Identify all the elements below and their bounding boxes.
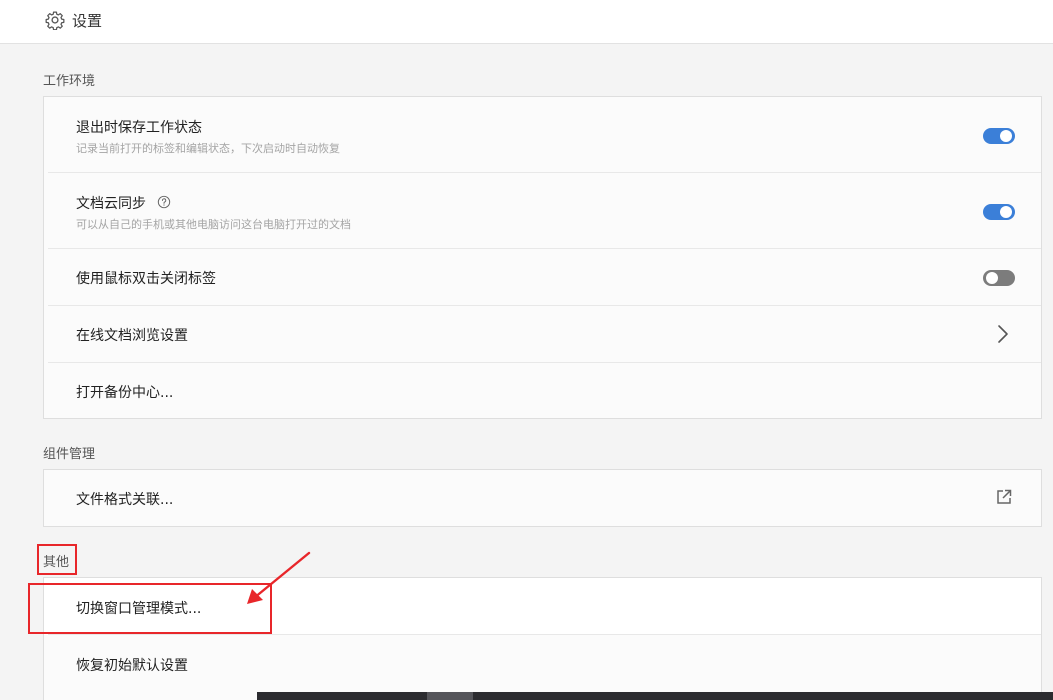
external-link-icon[interactable]: [995, 488, 1013, 506]
setting-label: 文件格式关联...: [76, 492, 174, 508]
double-click-close-toggle[interactable]: [983, 270, 1015, 286]
setting-row-save-state[interactable]: 退出时保存工作状态 记录当前打开的标签和编辑状态，下次启动时自动恢复: [44, 97, 1041, 173]
setting-label: 恢复初始默认设置: [76, 658, 188, 674]
setting-row-cloud-sync[interactable]: 文档云同步 可以从自己的手机或其他电脑访问这台电脑打开过的文档: [44, 173, 1041, 249]
chevron-right-icon[interactable]: [997, 324, 1009, 344]
toggle-knob: [1000, 206, 1012, 218]
workspace-settings-card: 退出时保存工作状态 记录当前打开的标签和编辑状态，下次启动时自动恢复 文档云同步…: [43, 96, 1042, 419]
page-title: 设置: [72, 12, 103, 30]
setting-description: 可以从自己的手机或其他电脑访问这台电脑打开过的文档: [76, 218, 351, 231]
save-state-toggle[interactable]: [983, 128, 1015, 144]
annotation-arrow-icon: [247, 551, 311, 604]
settings-page: 设置 工作环境 退出时保存工作状态 记录当前打开的标签和编辑状态，下次启动时自动…: [0, 0, 1053, 700]
help-circle-icon[interactable]: [157, 195, 171, 209]
taskbar-strip: [257, 692, 1053, 700]
setting-row-switch-window-mode[interactable]: 切换窗口管理模式...: [44, 578, 1041, 635]
taskbar-segment: [427, 692, 473, 700]
setting-label: 文档云同步: [76, 196, 146, 212]
setting-label: 使用鼠标双击关闭标签: [76, 271, 216, 287]
section-title-workspace: 工作环境: [43, 74, 96, 89]
setting-row-file-association[interactable]: 文件格式关联...: [44, 470, 1041, 526]
cloud-sync-toggle[interactable]: [983, 204, 1015, 220]
setting-description: 记录当前打开的标签和编辑状态，下次启动时自动恢复: [76, 142, 340, 155]
setting-label: 切换窗口管理模式...: [76, 601, 202, 617]
setting-row-online-doc-browse[interactable]: 在线文档浏览设置: [44, 306, 1041, 363]
toggle-knob: [1000, 130, 1012, 142]
gear-icon: [45, 11, 65, 30]
setting-label: 打开备份中心...: [76, 385, 174, 401]
setting-label: 在线文档浏览设置: [76, 328, 188, 344]
settings-header: 设置: [0, 0, 1053, 44]
section-title-other: 其他: [43, 555, 70, 570]
section-title-components: 组件管理: [43, 447, 96, 462]
setting-row-backup-center[interactable]: 打开备份中心...: [44, 363, 1041, 418]
setting-row-double-click-close[interactable]: 使用鼠标双击关闭标签: [44, 249, 1041, 306]
setting-label: 退出时保存工作状态: [76, 120, 202, 136]
other-settings-card: 切换窗口管理模式... 恢复初始默认设置: [43, 577, 1042, 700]
toggle-knob: [986, 272, 998, 284]
components-settings-card: 文件格式关联...: [43, 469, 1042, 527]
setting-row-restore-defaults[interactable]: 恢复初始默认设置: [44, 635, 1041, 692]
